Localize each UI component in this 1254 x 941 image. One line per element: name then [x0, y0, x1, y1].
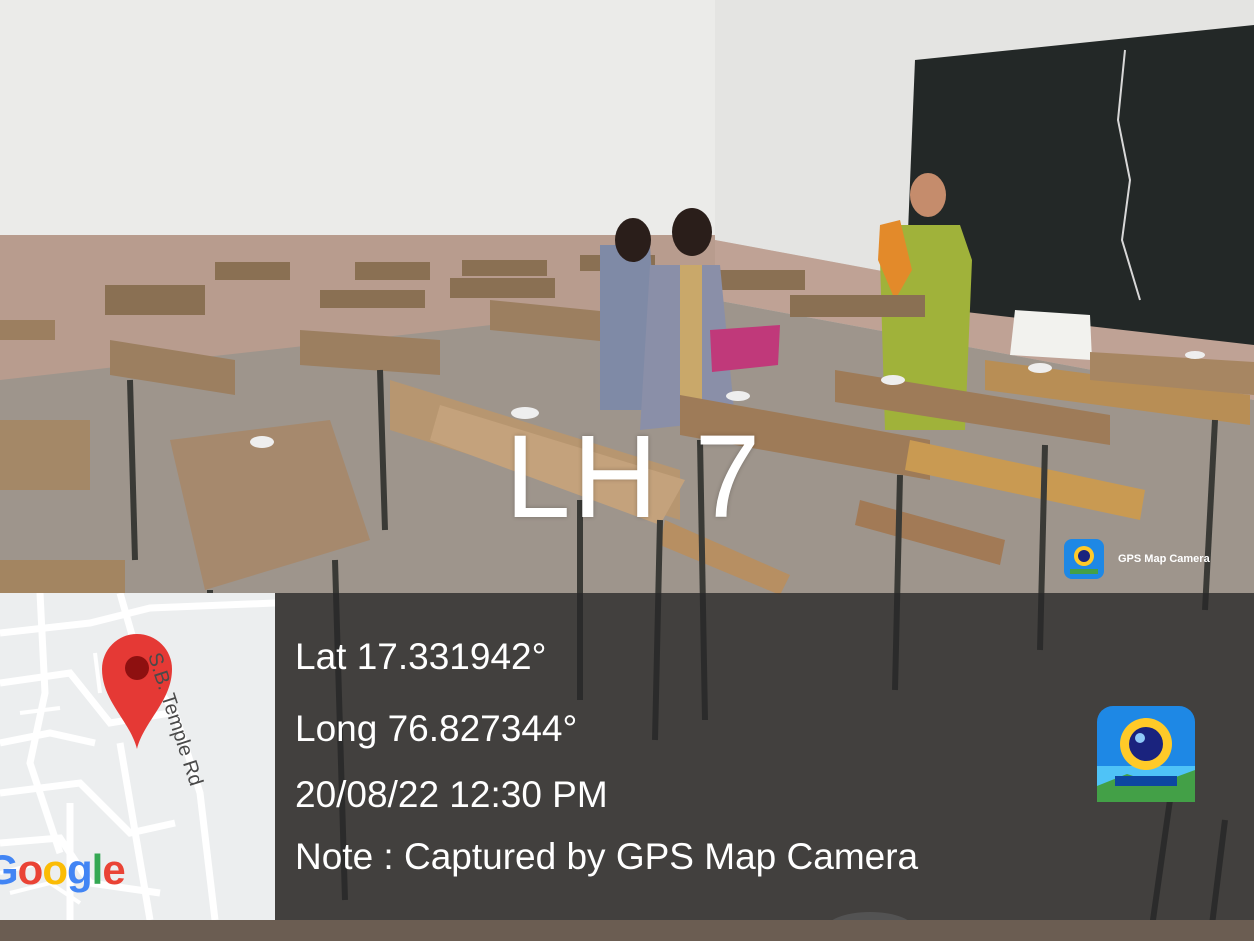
- app-badge-text: GPS Map Camera: [1118, 553, 1210, 565]
- note-text: Note : Captured by GPS Map Camera: [295, 836, 919, 877]
- latitude-text: Lat 17.331942°: [295, 636, 547, 677]
- room-label: LH 7: [505, 411, 763, 543]
- photo-bottom-edge: [0, 920, 1254, 941]
- longitude-text: Long 76.827344°: [295, 708, 578, 749]
- map-thumbnail: S.B. Temple Rd Google: [0, 593, 275, 920]
- google-logo: Google: [0, 846, 126, 894]
- gps-camera-app-icon: [1064, 539, 1104, 579]
- google-logo-letter: l: [91, 846, 104, 893]
- google-logo-letter: g: [66, 846, 93, 893]
- app-watermark-badge: GPS Map Camera: [1060, 535, 1250, 583]
- gps-camera-app-icon: [1097, 706, 1195, 802]
- google-logo-letter: G: [0, 846, 19, 893]
- datetime-text: 20/08/22 12:30 PM: [295, 774, 608, 815]
- google-logo-letter: o: [17, 846, 44, 893]
- gps-info-panel: Lat 17.331942° Long 76.827344° 20/08/22 …: [275, 593, 1254, 920]
- google-logo-letter: e: [102, 846, 125, 893]
- google-logo-letter: o: [42, 846, 68, 893]
